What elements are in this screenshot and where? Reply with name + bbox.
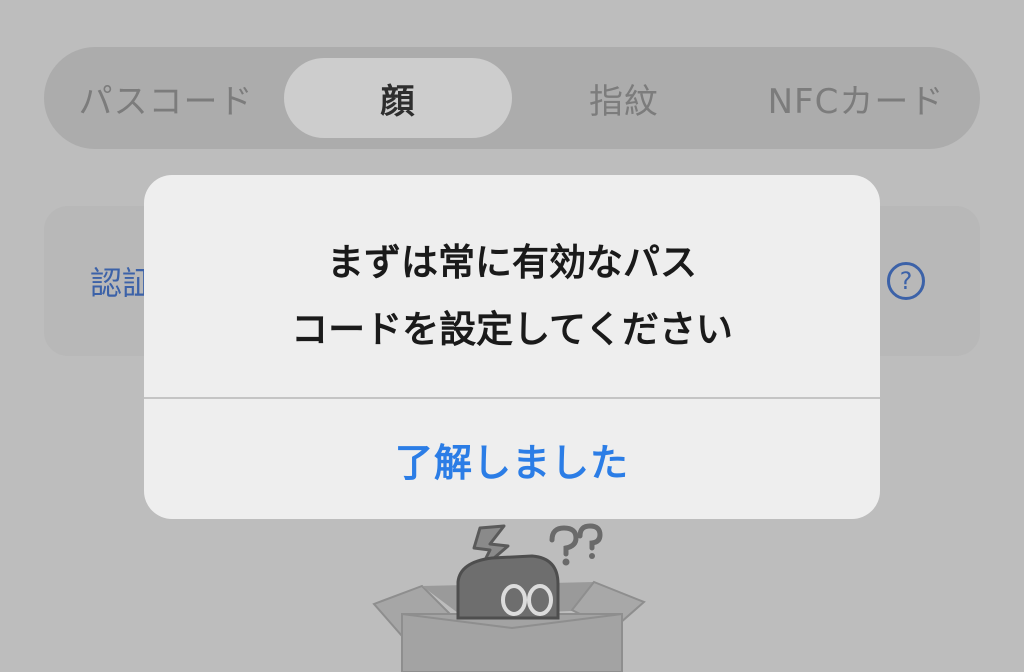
help-icon[interactable]: ?	[887, 262, 925, 300]
ok-button[interactable]: 了解しました	[144, 399, 880, 519]
empty-state-illustration	[372, 523, 646, 672]
tab-nfc-card[interactable]: NFCカード	[744, 47, 968, 149]
robot-character	[456, 554, 560, 620]
alert-message-line-1: まずは常に有効なパス	[327, 241, 697, 284]
question-marks-icon	[549, 523, 603, 566]
tab-passcode[interactable]: パスコード	[56, 47, 276, 149]
alert-dialog: まずは常に有効なパス コードを設定してください 了解しました	[144, 175, 880, 519]
tab-face[interactable]: 顔	[284, 58, 512, 138]
auth-method-segmented-control: パスコード 顔 指紋 NFCカード	[44, 47, 980, 149]
alert-message: まずは常に有効なパス コードを設定してください	[144, 229, 880, 363]
alert-message-line-2: コードを設定してください	[291, 308, 733, 351]
tab-fingerprint[interactable]: 指紋	[514, 47, 734, 149]
